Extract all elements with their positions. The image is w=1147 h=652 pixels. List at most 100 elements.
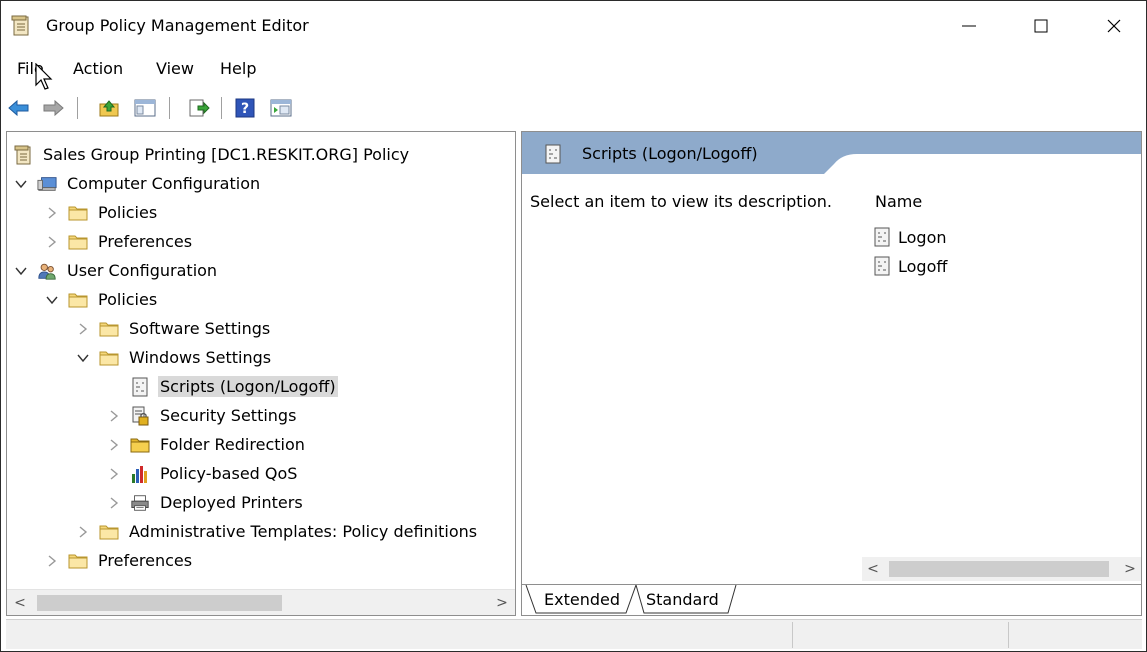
tree-item[interactable]: Preferences	[44, 227, 194, 256]
tree-item-label: Computer Configuration	[67, 174, 261, 193]
chevron-right-icon[interactable]	[106, 495, 122, 511]
status-separator	[1008, 622, 1009, 648]
export-list-icon[interactable]	[187, 96, 211, 120]
tree-item-label: Windows Settings	[129, 348, 272, 367]
computer-icon	[37, 174, 57, 194]
tree-item-label: Sales Group Printing [DC1.RESKIT.ORG] Po…	[43, 145, 410, 164]
properties-icon[interactable]	[269, 96, 293, 120]
tree-item[interactable]: Software Settings	[75, 314, 272, 343]
list-item-logon[interactable]: Logon	[872, 224, 947, 250]
chevron-right-icon[interactable]	[44, 234, 60, 250]
list-item-label: Logon	[898, 227, 947, 247]
security-icon	[130, 406, 150, 426]
chevron-down-icon[interactable]	[75, 350, 91, 366]
tree-item[interactable]: Security Settings	[106, 401, 298, 430]
tree-item-label: Preferences	[98, 551, 193, 570]
folder-icon	[68, 203, 88, 223]
scroll-right-icon[interactable]: >	[489, 590, 515, 615]
tree-item[interactable]: Folder Redirection	[106, 430, 307, 459]
tree-item-label: Policies	[98, 203, 158, 222]
chevron-right-icon[interactable]	[106, 437, 122, 453]
tree-item-label: Deployed Printers	[160, 493, 303, 512]
tree-item-label: Policy-based QoS	[160, 464, 298, 483]
title-bar: Group Policy Management Editor	[1, 1, 1146, 51]
details-header: Scripts (Logon/Logoff)	[522, 132, 1141, 174]
chevron-down-icon[interactable]	[13, 176, 29, 192]
back-icon[interactable]	[7, 96, 31, 120]
tree-item[interactable]: User Configuration	[13, 256, 219, 285]
script-icon	[872, 227, 892, 247]
tree-horizontal-scrollbar[interactable]: < >	[7, 589, 515, 615]
folder-icon	[68, 290, 88, 310]
details-horizontal-scrollbar[interactable]: < >	[862, 557, 1141, 581]
policy-icon	[13, 145, 33, 165]
tree-item[interactable]: Computer Configuration	[13, 169, 262, 198]
tree-item[interactable]: Administrative Templates: Policy definit…	[75, 517, 479, 546]
minimize-button[interactable]	[941, 1, 997, 51]
tree-item[interactable]: Deployed Printers	[106, 488, 305, 517]
name-column-header[interactable]: Name	[875, 192, 922, 211]
tree-item[interactable]: Scripts (Logon/Logoff)	[106, 372, 338, 401]
view-tabs: Extended Standard	[522, 584, 1141, 615]
mouse-cursor-icon	[35, 63, 53, 90]
tree-item-label: Scripts (Logon/Logoff)	[158, 376, 338, 397]
chevron-down-icon[interactable]	[13, 263, 29, 279]
window-title: Group Policy Management Editor	[46, 16, 309, 35]
maximize-button[interactable]	[1013, 1, 1069, 51]
forward-icon[interactable]	[41, 96, 65, 120]
details-pane: Scripts (Logon/Logoff) Select an item to…	[521, 131, 1142, 616]
chevron-down-icon[interactable]	[44, 292, 60, 308]
list-item-label: Logoff	[898, 256, 948, 276]
tree-item-label: Policies	[98, 290, 158, 309]
chevron-right-icon[interactable]	[44, 205, 60, 221]
chevron-right-icon[interactable]	[106, 408, 122, 424]
script-icon	[872, 256, 892, 276]
scrollbar-thumb[interactable]	[889, 561, 1109, 577]
tab-extended[interactable]: Extended	[538, 585, 626, 613]
chevron-right-icon[interactable]	[44, 553, 60, 569]
tree-item-label: Administrative Templates: Policy definit…	[129, 522, 478, 541]
tree-item[interactable]: Policies	[44, 285, 159, 314]
folder-icon	[99, 522, 119, 542]
script-icon	[130, 377, 150, 397]
folder-icon	[68, 551, 88, 571]
chevron-right-icon[interactable]	[75, 321, 91, 337]
close-button[interactable]	[1086, 1, 1142, 51]
scroll-right-icon[interactable]: >	[1119, 557, 1141, 581]
folder-icon	[68, 232, 88, 252]
tree-pane: Sales Group Printing [DC1.RESKIT.ORG] Po…	[6, 131, 516, 616]
list-item-logoff[interactable]: Logoff	[872, 253, 947, 279]
tree-item[interactable]: Preferences	[44, 546, 194, 575]
tree-item[interactable]: Windows Settings	[75, 343, 273, 372]
tree-item-label: Software Settings	[129, 319, 271, 338]
tree-item[interactable]: Sales Group Printing [DC1.RESKIT.ORG] Po…	[13, 140, 411, 169]
status-separator	[792, 622, 793, 648]
scroll-left-icon[interactable]: <	[862, 557, 884, 581]
tree-item-label: Preferences	[98, 232, 193, 251]
menu-action[interactable]: Action	[73, 59, 123, 78]
chevron-right-icon[interactable]	[75, 524, 91, 540]
menu-bar: File Action View Help	[1, 55, 1146, 85]
menu-help[interactable]: Help	[220, 59, 256, 78]
users-icon	[37, 261, 57, 281]
app-window: Group Policy Management Editor File Acti…	[0, 0, 1147, 652]
menu-view[interactable]: View	[156, 59, 194, 78]
app-icon	[11, 15, 31, 37]
tree-item[interactable]: Policy-based QoS	[106, 459, 299, 488]
tree-item[interactable]: Policies	[44, 198, 159, 227]
folder-icon	[99, 348, 119, 368]
toolbar-separator	[77, 97, 78, 119]
tab-standard[interactable]: Standard	[640, 585, 725, 613]
printer-icon	[130, 493, 150, 513]
tree-item-label: User Configuration	[67, 261, 218, 280]
folder-redirect-icon	[130, 435, 150, 455]
up-folder-icon[interactable]	[97, 96, 121, 120]
show-hide-tree-icon[interactable]	[133, 96, 157, 120]
scroll-left-icon[interactable]: <	[7, 590, 33, 615]
scrollbar-thumb[interactable]	[37, 595, 282, 611]
chevron-right-icon[interactable]	[106, 466, 122, 482]
help-icon[interactable]: ?	[233, 96, 257, 120]
script-icon	[544, 144, 562, 164]
description-text: Select an item to view its description.	[530, 192, 832, 211]
